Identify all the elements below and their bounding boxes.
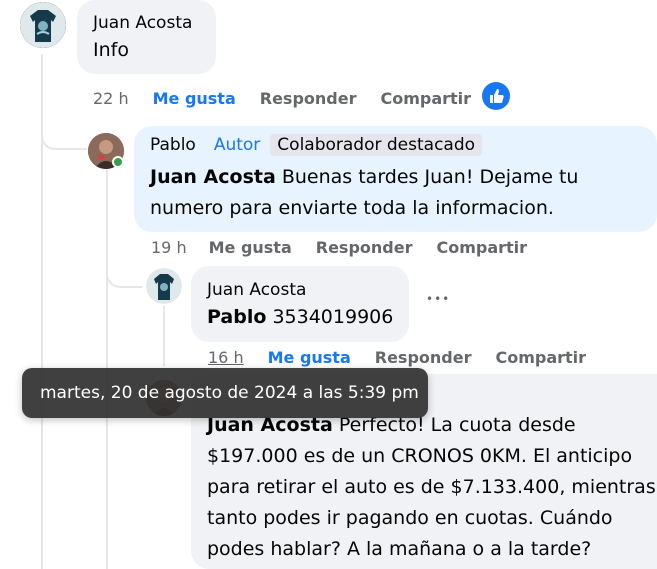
- author-tag: Autor: [213, 135, 261, 155]
- reply-button[interactable]: Responder: [375, 348, 472, 367]
- avatar-image: [20, 2, 66, 48]
- online-status-indicator: [112, 156, 124, 168]
- comment-text-line: numero para enviarte toda la informacion…: [150, 197, 554, 219]
- comment-author[interactable]: Pablo: [150, 135, 196, 155]
- thread-connector-1: [41, 120, 87, 150]
- comment-author[interactable]: Juan Acosta: [207, 280, 306, 300]
- more-options-button[interactable]: •••: [426, 292, 450, 306]
- comment-text-line: podes hablar? A la mañana o a la tarde?: [207, 538, 592, 560]
- comment-bubble: Juan Acosta Pablo 3534019906: [191, 266, 409, 342]
- comment-text-line: tanto podes ir pagando en cuotas. Cuándo: [207, 507, 613, 529]
- comment-bubble: Pablo Autor Colaborador destacado Juan A…: [134, 126, 657, 232]
- comment-text: Pablo 3534019906: [207, 302, 393, 333]
- comment-text-line: para retirar el auto es de $7.133.400, m…: [207, 476, 656, 498]
- avatar[interactable]: [20, 2, 66, 48]
- share-button[interactable]: Compartir: [495, 348, 586, 367]
- like-icon[interactable]: [482, 82, 510, 110]
- timestamp-tooltip: martes, 20 de agosto de 2024 a las 5:39 …: [22, 368, 428, 418]
- share-button[interactable]: Compartir: [380, 89, 471, 108]
- comment-timestamp[interactable]: 16 h: [208, 348, 244, 367]
- comment-text: Juan Acosta Buenas tardes Juan! Dejame t…: [150, 162, 650, 224]
- comment-author[interactable]: Juan Acosta: [93, 13, 192, 33]
- comment-actions: 16 h Me gusta Responder Compartir: [208, 346, 586, 368]
- avatar-image: [146, 268, 182, 304]
- thread-connector-2: [106, 262, 142, 288]
- mention-link[interactable]: Juan Acosta: [150, 166, 276, 188]
- reply-button[interactable]: Responder: [316, 238, 413, 257]
- comment-timestamp[interactable]: 19 h: [151, 238, 187, 257]
- comment-actions: 22 h Me gusta Responder Compartir: [93, 86, 471, 110]
- comment-bubble: Juan Acosta Info: [77, 0, 216, 74]
- comment-text-line: $197.000 es de un CRONOS 0KM. El anticip…: [207, 445, 633, 467]
- thread-line-nested: [163, 306, 165, 366]
- like-button[interactable]: Me gusta: [209, 238, 292, 257]
- reply-button[interactable]: Responder: [260, 89, 357, 108]
- comment-timestamp[interactable]: 22 h: [93, 89, 129, 108]
- comment-text-line: Buenas tardes Juan! Dejame tu: [281, 166, 579, 188]
- avatar[interactable]: [146, 268, 182, 304]
- top-contributor-badge[interactable]: Colaborador destacado: [270, 134, 483, 156]
- mention-link[interactable]: Pablo: [207, 306, 266, 328]
- comment-actions: 19 h Me gusta Responder Compartir: [151, 236, 527, 258]
- comment-text: Juan Acosta Perfecto! La cuota desde $19…: [207, 410, 657, 565]
- phone-number: 3534019906: [272, 306, 394, 328]
- comment-text: Info: [93, 39, 129, 61]
- like-button[interactable]: Me gusta: [153, 89, 236, 108]
- share-button[interactable]: Compartir: [436, 238, 527, 257]
- like-button[interactable]: Me gusta: [268, 348, 351, 367]
